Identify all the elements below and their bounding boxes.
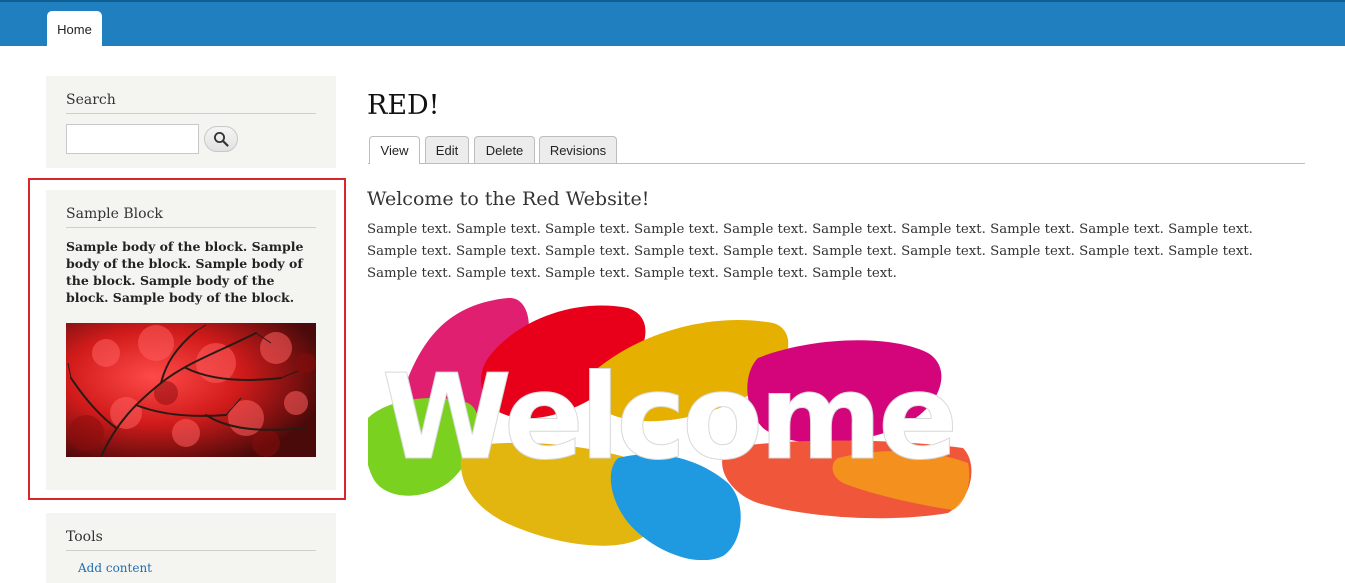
- sample-block-title: Sample Block: [66, 206, 316, 228]
- tab-revisions[interactable]: Revisions: [539, 136, 617, 163]
- tab-delete[interactable]: Delete: [474, 136, 535, 163]
- content-body: Sample text. Sample text. Sample text. S…: [367, 222, 1253, 281]
- local-tasks-tabs: View Edit Delete Revisions: [368, 136, 1305, 164]
- welcome-image-text: Welcome: [382, 348, 954, 486]
- tools-block: Tools Add content: [46, 513, 336, 583]
- tab-home[interactable]: Home: [47, 11, 102, 48]
- page-title: RED!: [367, 90, 440, 121]
- search-block-title: Search: [66, 92, 316, 114]
- search-block: Search: [46, 76, 336, 168]
- search-input[interactable]: [66, 124, 199, 154]
- content-heading: Welcome to the Red Website!: [367, 188, 650, 210]
- red-tree-image: [66, 323, 316, 457]
- welcome-image: Welcome: [364, 297, 974, 561]
- tab-edit[interactable]: Edit: [425, 136, 469, 163]
- search-icon: [214, 132, 229, 147]
- add-content-link[interactable]: Add content: [78, 561, 316, 575]
- sample-block: Sample Block Sample body of the block. S…: [46, 190, 336, 490]
- sample-block-body: Sample body of the block. Sample body of…: [66, 239, 304, 305]
- search-button[interactable]: [204, 126, 238, 152]
- search-form: [66, 124, 238, 154]
- tools-block-title: Tools: [66, 529, 316, 551]
- tab-view[interactable]: View: [369, 136, 420, 164]
- top-navigation-bar: Home: [0, 0, 1345, 48]
